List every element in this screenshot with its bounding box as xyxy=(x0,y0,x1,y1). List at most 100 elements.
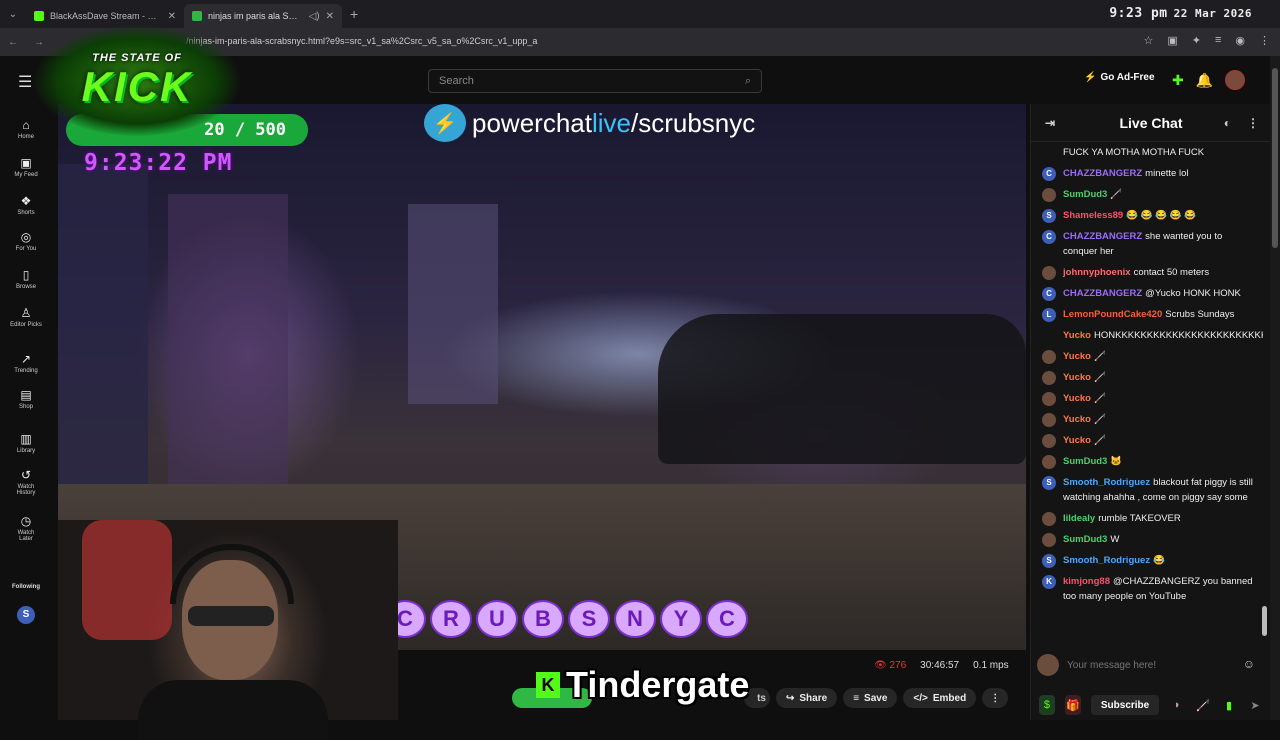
emote-icon[interactable]: ◗ xyxy=(1169,695,1185,715)
chat-user-avatar[interactable] xyxy=(1042,392,1056,406)
chat-username[interactable]: Yucko xyxy=(1063,372,1091,383)
chat-user-avatar[interactable]: S xyxy=(1042,554,1056,568)
back-icon[interactable]: ← xyxy=(0,37,26,48)
sidebar-item-shop[interactable]: ▤ Shop xyxy=(0,388,52,410)
chat-user-avatar[interactable]: C xyxy=(1042,230,1056,244)
bell-icon[interactable]: 🔔 xyxy=(1196,72,1213,89)
subscribe-button[interactable]: Subscribe xyxy=(1090,695,1160,715)
chat-user-avatar[interactable] xyxy=(1042,413,1056,427)
sidebar-item-watch-later[interactable]: ◷ Watch Later xyxy=(0,514,52,542)
chat-message: L LemonPoundCake420 Scrubs Sundays xyxy=(1031,304,1263,325)
bottle-icon[interactable]: ▮ xyxy=(1221,695,1237,715)
chat-username[interactable]: Yucko xyxy=(1063,435,1091,446)
dollar-icon[interactable]: $ xyxy=(1039,695,1055,715)
sidebar-item-home[interactable]: ⌂ Home xyxy=(0,118,52,140)
search-icon[interactable]: ⌕ xyxy=(745,75,751,88)
cane-icon[interactable]: 🦯 xyxy=(1195,695,1211,715)
share-button[interactable]: ↪ Share xyxy=(776,688,838,708)
chat-username[interactable]: johnnyphoenix xyxy=(1063,267,1131,278)
header-icons: ✚ 🔔 xyxy=(1172,70,1246,90)
chat-user-avatar[interactable] xyxy=(1042,533,1056,547)
sidebar-icon[interactable]: ≡ xyxy=(1215,34,1221,47)
chat-username[interactable]: SumDud3 xyxy=(1063,534,1107,545)
go-ad-free-button[interactable]: ⚡ Go Ad-Free xyxy=(1084,72,1155,83)
chat-username[interactable]: Yucko xyxy=(1063,351,1091,362)
chat-username[interactable]: Smooth_Rodriguez xyxy=(1063,555,1150,566)
emoji-icon[interactable]: ☺ xyxy=(1243,657,1255,671)
chat-user-avatar[interactable] xyxy=(1042,371,1056,385)
chat-scroll-thumb[interactable] xyxy=(1262,606,1267,636)
sidebar-item-watch-history[interactable]: ↺ Watch History xyxy=(0,468,52,496)
chat-username[interactable]: LemonPoundCake420 xyxy=(1063,309,1162,320)
chat-username[interactable]: SumDud3 xyxy=(1063,456,1107,467)
sidebar-item-for-you[interactable]: ◎ For You xyxy=(0,230,52,252)
send-icon[interactable]: ➤ xyxy=(1247,695,1263,715)
chat-username[interactable]: CHAZZBANGERZ xyxy=(1063,288,1142,299)
extension-icon[interactable]: ▣ xyxy=(1167,34,1177,47)
tab-search-icon[interactable]: ⌄ xyxy=(0,9,26,20)
chat-header-controls: ◐ ⋮ xyxy=(1224,116,1259,130)
gift-icon[interactable]: 🎁 xyxy=(1064,695,1081,715)
upload-icon[interactable]: ✚ xyxy=(1172,72,1184,89)
chat-scrollbar[interactable] xyxy=(1262,144,1267,644)
chat-username[interactable]: Yucko xyxy=(1063,393,1091,404)
browser-tab-2[interactable]: ninjas im paris ala SCRABSN ◁) ✕ xyxy=(184,4,342,28)
bookmark-star-icon[interactable]: ☆ xyxy=(1143,34,1153,47)
chat-user-avatar[interactable]: C xyxy=(1042,167,1056,181)
sidebar-item-library[interactable]: ▥ Library xyxy=(0,432,52,454)
chat-user-avatar[interactable] xyxy=(1042,455,1056,469)
page-scroll-thumb[interactable] xyxy=(1272,68,1278,248)
close-tab-icon[interactable]: ✕ xyxy=(326,11,334,22)
chat-username[interactable]: CHAZZBANGERZ xyxy=(1063,168,1142,179)
sidebar-item-my-feed[interactable]: ▣ My Feed xyxy=(0,156,52,178)
chat-username[interactable]: kimjong88 xyxy=(1063,576,1110,587)
chat-user-avatar[interactable]: L xyxy=(1042,308,1056,322)
chat-text: 🐱 xyxy=(1110,456,1123,467)
browse-icon: ▯ xyxy=(22,268,30,282)
hamburger-menu-icon[interactable]: ☰ xyxy=(18,72,32,92)
chat-user-avatar[interactable]: S xyxy=(1042,476,1056,490)
more-options-icon[interactable]: ⋮ xyxy=(982,688,1009,708)
chat-user-avatar[interactable]: S xyxy=(1042,209,1056,223)
browser-tab-1[interactable]: BlackAssDave Stream - Watch L ✕ xyxy=(26,4,184,28)
chat-username[interactable]: Yucko xyxy=(1063,414,1091,425)
chat-user-avatar[interactable]: K xyxy=(1042,575,1056,589)
sidebar-item-shorts[interactable]: ❖ Shorts xyxy=(0,194,52,216)
embed-button[interactable]: </> Embed xyxy=(903,688,977,708)
save-button[interactable]: ≡ Save xyxy=(843,688,898,708)
car-shape xyxy=(658,314,1026,464)
chat-message-input[interactable] xyxy=(1067,654,1263,676)
following-channel-avatar[interactable]: S xyxy=(17,606,35,624)
audio-icon[interactable]: ◁) xyxy=(309,11,320,22)
chat-username[interactable]: SumDud3 xyxy=(1063,189,1107,200)
chat-mode-icon[interactable]: ◐ xyxy=(1224,116,1231,130)
chat-username[interactable]: CHAZZBANGERZ xyxy=(1063,231,1142,242)
new-tab-icon[interactable]: + xyxy=(350,6,358,22)
chat-username[interactable]: Smooth_Rodriguez xyxy=(1063,477,1150,488)
close-tab-icon[interactable]: ✕ xyxy=(168,11,176,22)
chat-user-avatar[interactable] xyxy=(1042,434,1056,448)
chat-menu-icon[interactable]: ⋮ xyxy=(1247,116,1259,130)
chat-username[interactable]: lildealy xyxy=(1063,513,1095,524)
sidebar-item-browse[interactable]: ▯ Browse xyxy=(0,268,52,290)
chat-user-avatar[interactable] xyxy=(1042,350,1056,364)
search-input[interactable]: Search ⌕ xyxy=(428,69,762,93)
chat-user-avatar[interactable] xyxy=(1042,512,1056,526)
sidebar-item-trending[interactable]: ↗ Trending xyxy=(0,352,52,374)
chat-username[interactable]: Yucko xyxy=(1063,330,1091,341)
avatar[interactable] xyxy=(1225,70,1246,90)
chat-username[interactable]: Shameless89 xyxy=(1063,210,1123,221)
page-scrollbar[interactable] xyxy=(1270,56,1280,720)
chat-user-avatar[interactable]: C xyxy=(1042,287,1056,301)
profile-icon[interactable]: ◉ xyxy=(1235,34,1245,47)
collapse-chat-icon[interactable]: ⇥ xyxy=(1045,116,1055,130)
browser-menu-icon[interactable]: ⋮ xyxy=(1259,34,1270,47)
chat-message: Yucko 🦯 xyxy=(1031,388,1263,409)
chat-user-avatar[interactable] xyxy=(1042,266,1056,280)
puzzle-icon[interactable]: ✦ xyxy=(1192,34,1201,47)
chat-text: 😂 😂 😂 😂 😂 xyxy=(1126,210,1196,221)
chat-user-avatar[interactable] xyxy=(1042,188,1056,202)
sidebar-item-editor-picks[interactable]: ♙ Editor Picks xyxy=(0,306,52,328)
url-text[interactable]: /ninjas-im-paris-ala-scrabsnyc.html?e9s=… xyxy=(186,36,537,46)
forward-icon[interactable]: → xyxy=(26,37,52,48)
